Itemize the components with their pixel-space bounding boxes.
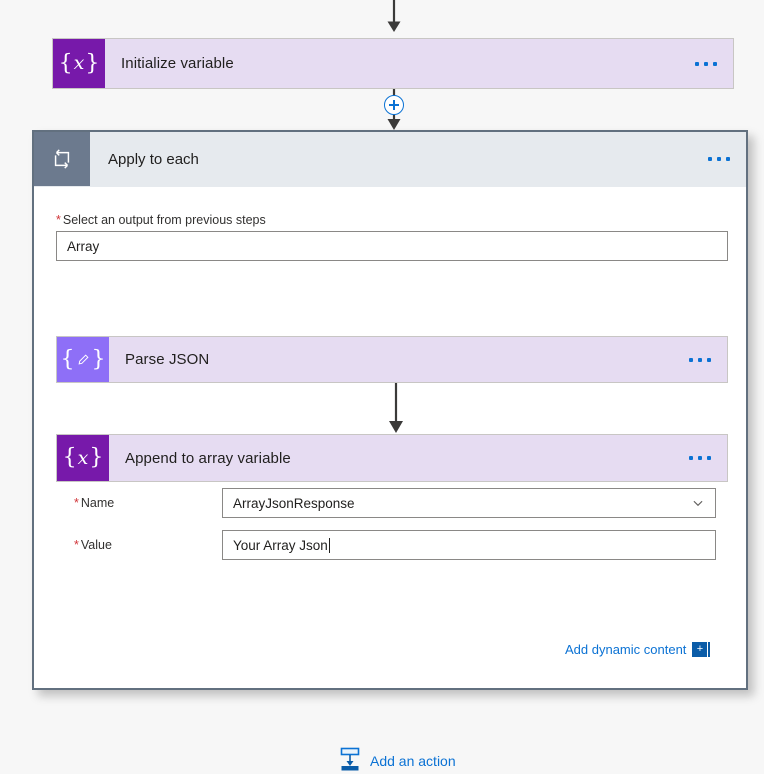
scope-header-body: Apply to each <box>90 132 746 186</box>
name-field-label-text: Name <box>80 496 115 510</box>
action-card-append-to-array-variable[interactable]: {x} Append to array variable <box>56 434 728 482</box>
action-card-parse-json[interactable]: { } Parse JSON <box>56 336 728 383</box>
scope-title: Apply to each <box>108 150 199 168</box>
action-card-body: Append to array variable <box>109 435 727 481</box>
plus-circle-icon[interactable] <box>384 95 404 115</box>
required-marker: * <box>56 213 61 227</box>
scope-content: * Select an output from previous steps Ar… <box>34 187 746 771</box>
add-an-action-button[interactable]: Add an action <box>339 747 456 774</box>
name-field-value: ArrayJsonResponse <box>233 495 355 511</box>
scope-apply-to-each: Apply to each * Select an output from pre… <box>32 130 748 771</box>
flow-designer-canvas: {x} Initialize variable Apply to each * … <box>0 0 764 771</box>
value-field-input[interactable]: Your Array Json <box>222 530 716 560</box>
chevron-down-icon[interactable] <box>691 496 705 510</box>
action-card-initialize-variable[interactable]: {x} Initialize variable <box>52 38 734 89</box>
required-marker: * <box>74 538 79 552</box>
select-output-input[interactable]: Array <box>56 231 728 261</box>
required-marker: * <box>74 496 79 510</box>
name-field-dropdown[interactable]: ArrayJsonResponse <box>222 488 716 518</box>
action-title: Parse JSON <box>125 351 210 368</box>
insert-action-icon <box>339 747 361 774</box>
add-dynamic-content-button[interactable]: Add dynamic content + <box>565 642 711 657</box>
select-output-label-text: Select an output from previous steps <box>62 213 266 227</box>
more-options-icon[interactable] <box>687 450 713 466</box>
value-field-label: * Value <box>74 538 112 552</box>
add-dynamic-content-label: Add dynamic content <box>565 642 687 657</box>
value-field-label-text: Value <box>80 538 112 552</box>
select-output-label: * Select an output from previous steps <box>56 213 266 227</box>
name-field-label: * Name <box>74 496 114 510</box>
connector-arrow-to-append-to-array <box>389 383 403 433</box>
more-options-icon[interactable] <box>706 151 732 167</box>
action-card-body: Initialize variable <box>105 39 733 88</box>
value-field-value: Your Array Json <box>233 537 328 553</box>
connector-arrow-to-initialize-variable <box>387 0 401 32</box>
loop-repeat-icon <box>34 132 90 186</box>
add-dynamic-content-icon[interactable]: + <box>692 642 711 657</box>
more-options-icon[interactable] <box>693 56 719 72</box>
action-card-body: Parse JSON <box>109 337 727 382</box>
select-output-value: Array <box>67 238 100 254</box>
parse-json-braces-pencil-icon: { } <box>57 337 109 382</box>
action-title: Append to array variable <box>125 449 291 467</box>
action-title: Initialize variable <box>121 55 234 72</box>
variable-braces-x-icon: {x} <box>53 39 105 88</box>
scope-header[interactable]: Apply to each <box>34 132 746 187</box>
variable-braces-x-icon: {x} <box>57 435 109 481</box>
add-an-action-label: Add an action <box>370 752 456 769</box>
more-options-icon[interactable] <box>687 352 713 368</box>
